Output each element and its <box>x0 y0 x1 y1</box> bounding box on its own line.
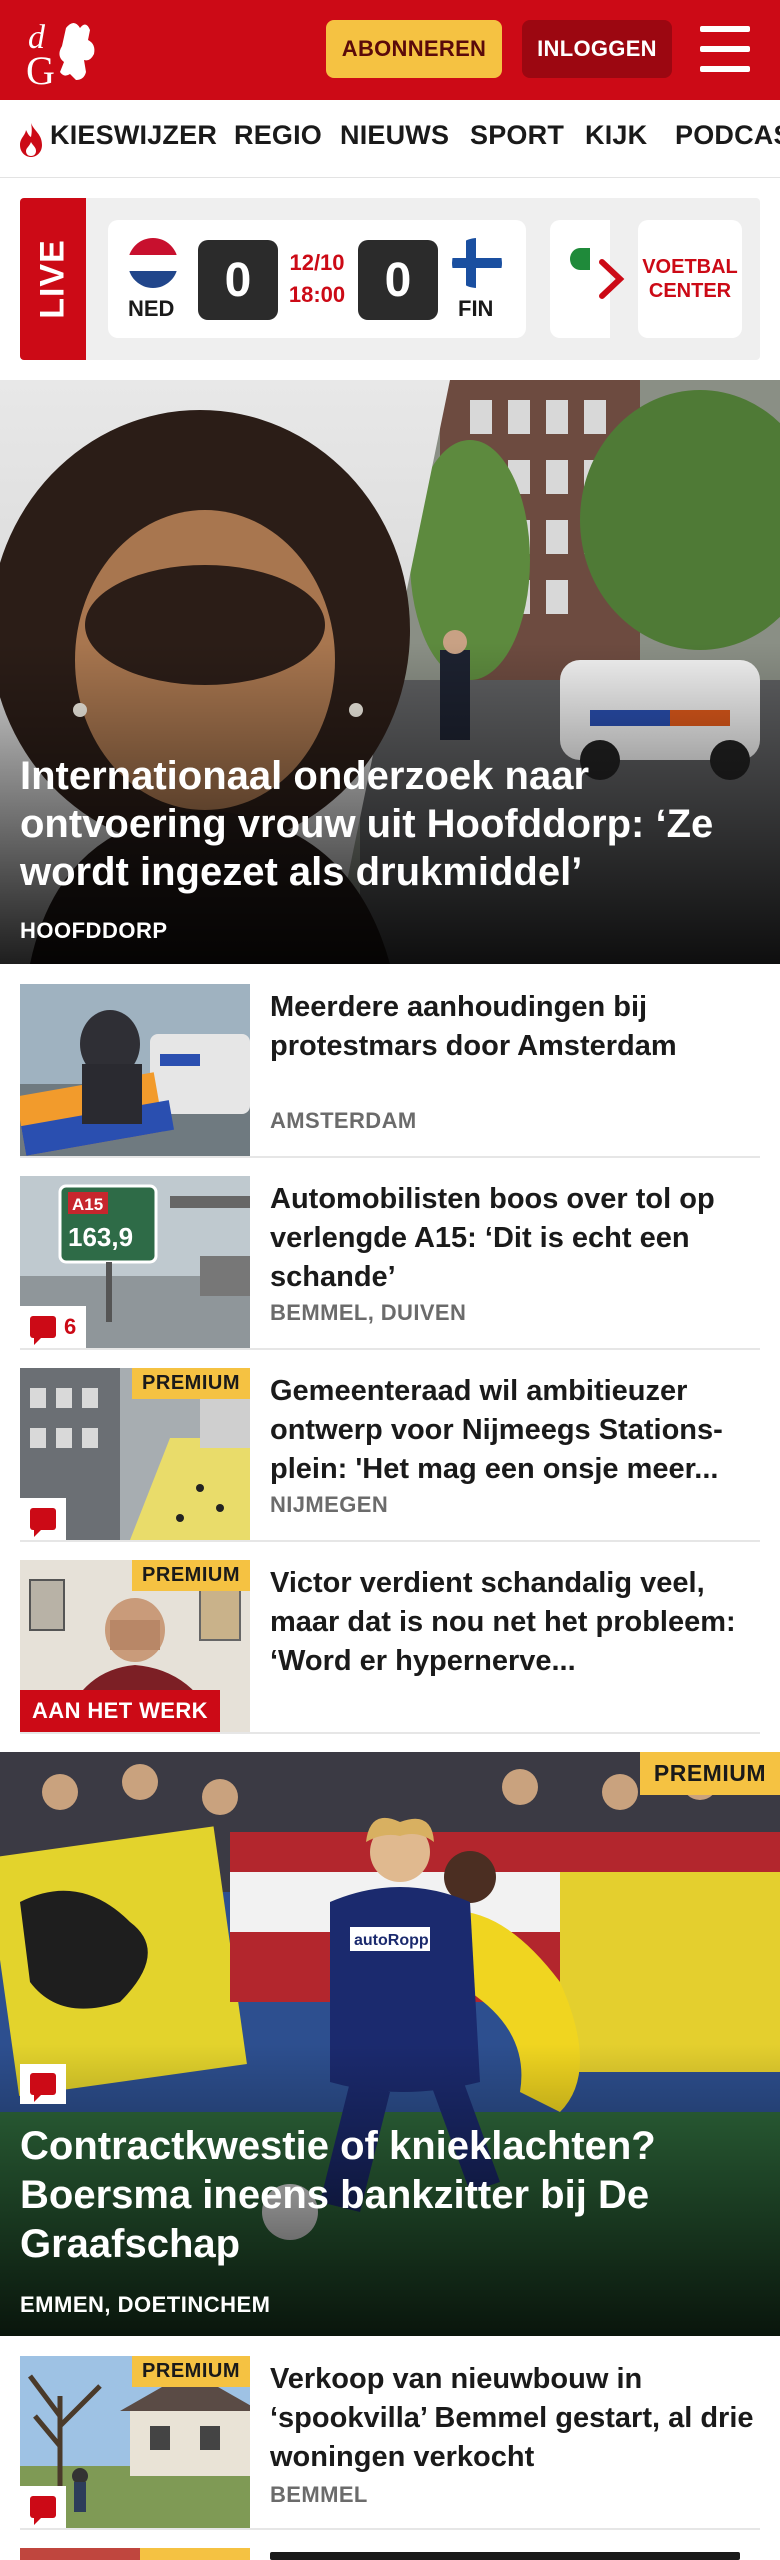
subscribe-button[interactable]: ABONNEREN <box>326 20 502 78</box>
article-location: NIJMEGEN <box>270 1492 389 1517</box>
nav-item-nieuws[interactable]: NIEUWS <box>340 120 449 151</box>
article-card[interactable]: PREMIUM AAN HET WERK Victor verdient sch… <box>20 1560 760 1734</box>
feature-headline[interactable]: Contractkwestie of knieklachten? Boersma… <box>20 2122 760 2269</box>
article-title[interactable]: Gemeenteraad wil ambitieuzer ontwerp voo… <box>270 1372 760 1489</box>
main-nav: KIESWIJZER REGIO NIEUWS SPORT KIJK PODCA… <box>0 100 780 178</box>
comment-icon <box>30 1316 56 1345</box>
match-card[interactable]: NED 0 12/10 18:00 0 FIN <box>108 220 526 338</box>
logo-letter-g: G <box>26 48 55 88</box>
article-card[interactable]: Meerdere aanhoudingen bij protestmars do… <box>20 984 760 1158</box>
match-time: 18:00 <box>288 282 346 307</box>
nav-item-kijk[interactable]: KIJK <box>585 120 647 151</box>
hamburger-icon[interactable] <box>700 24 752 74</box>
comment-icon <box>30 1508 56 1537</box>
peek-premium-badge <box>140 2548 250 2560</box>
home-score: 0 <box>198 240 278 320</box>
live-scores-strip: LIVE NED 0 12/10 18:00 0 FIN VOETBAL CEN… <box>20 198 760 360</box>
nav-item-kieswijzer[interactable]: KIESWIJZER <box>50 120 217 151</box>
premium-badge: PREMIUM <box>639 1752 780 1795</box>
sign-text-road: A15 <box>72 1195 103 1214</box>
live-tag: LIVE <box>20 198 86 360</box>
premium-badge: PREMIUM <box>132 2356 250 2387</box>
article-title[interactable]: Automobilisten boos over tol op verlengd… <box>270 1180 760 1297</box>
away-score: 0 <box>358 240 438 320</box>
article-title[interactable]: Victor verdient schandalig veel, maar da… <box>270 1564 760 1681</box>
next-article-peek <box>20 2548 760 2560</box>
flag-netherlands-icon <box>128 238 178 288</box>
article-title[interactable]: Meerdere aanhoudingen bij protestmars do… <box>270 988 760 1066</box>
comment-count: 6 <box>64 1314 77 1339</box>
flame-icon <box>20 123 42 157</box>
login-button[interactable]: INLOGGEN <box>522 20 672 78</box>
article-location: AMSTERDAM <box>270 1108 417 1133</box>
premium-badge: PREMIUM <box>132 1368 250 1399</box>
home-team-code: NED <box>128 296 175 321</box>
comment-badge[interactable] <box>20 1498 66 1540</box>
chevron-right-icon[interactable] <box>592 256 632 302</box>
away-team-code: FIN <box>458 296 494 321</box>
nav-item-podcast[interactable]: PODCAS <box>675 120 780 151</box>
article-location: BEMMEL <box>270 2482 368 2507</box>
sign-text-km: 163,9 <box>68 1222 133 1252</box>
article-title[interactable]: Verkoop van nieuwbouw in ‘spookvilla’ Be… <box>270 2360 760 2477</box>
next-flag-icon <box>570 248 590 270</box>
article-card[interactable]: A15 163,9 6 Automobilisten boos over tol… <box>20 1176 760 1350</box>
comment-badge[interactable] <box>20 2486 66 2528</box>
hero-article[interactable]: Internationaal onderzoek naar ontvoering… <box>0 380 780 964</box>
article-card[interactable]: PREMIUM Verkoop van nieuwbouw in ‘spookv… <box>20 2356 760 2530</box>
hero-location: HOOFDDORP <box>20 918 168 943</box>
flag-finland-icon <box>452 238 502 288</box>
logo[interactable]: d G <box>22 14 118 93</box>
live-label: LIVE <box>33 239 72 319</box>
article-location: BEMMEL, DUIVEN <box>270 1300 467 1325</box>
peek-title <box>270 2552 740 2560</box>
article-thumbnail <box>20 984 250 1156</box>
feature-location: EMMEN, DOETINCHEM <box>20 2292 271 2317</box>
match-date: 12/10 <box>289 250 345 275</box>
nav-item-regio[interactable]: REGIO <box>234 120 322 151</box>
comment-icon[interactable] <box>20 2064 66 2104</box>
feature-article[interactable]: autoRopp PREMIUM Contractkwestie of knie… <box>0 1752 780 2336</box>
comment-icon <box>30 2496 56 2525</box>
article-card[interactable]: PREMIUM Gemeenteraad wil ambitieuzer ont… <box>20 1368 760 1542</box>
voetbal-center-link[interactable]: VOETBAL CENTER <box>638 220 742 338</box>
comment-count-badge[interactable]: 6 <box>20 1306 87 1348</box>
section-label[interactable]: AAN HET WERK <box>20 1690 220 1732</box>
hero-headline[interactable]: Internationaal onderzoek naar ontvoering… <box>20 752 760 896</box>
premium-badge: PREMIUM <box>132 1560 250 1591</box>
top-header: d G ABONNEREN INLOGGEN <box>0 0 780 100</box>
nav-item-sport[interactable]: SPORT <box>470 120 564 151</box>
